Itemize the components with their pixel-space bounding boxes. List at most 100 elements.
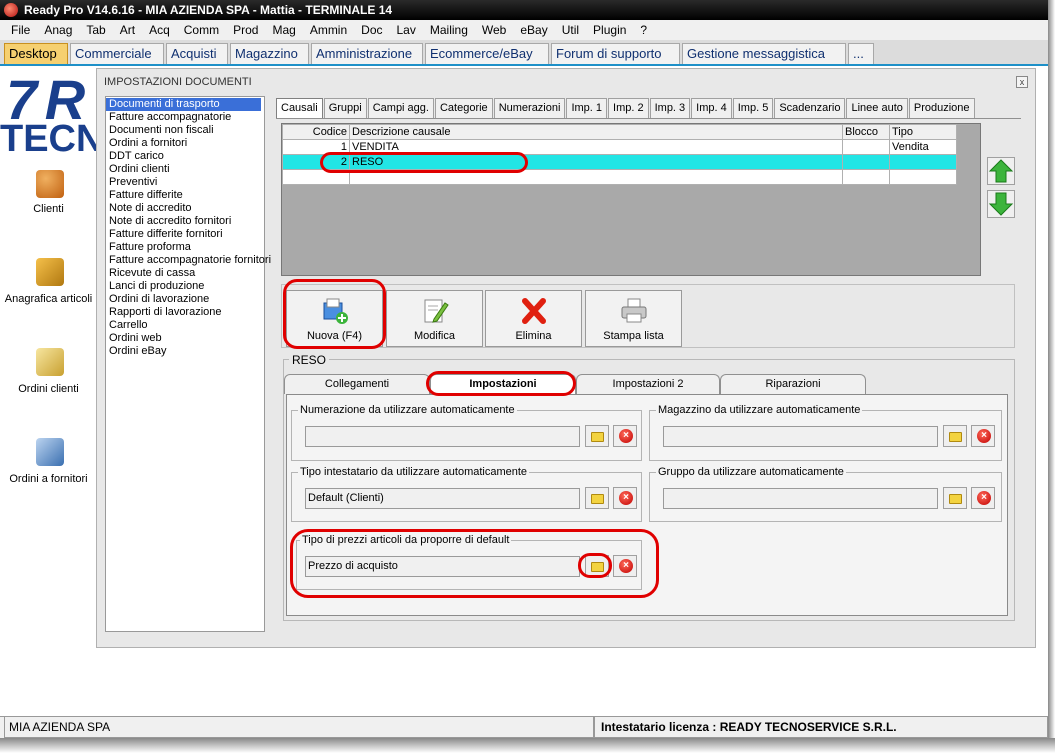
menu-tab[interactable]: Tab: [79, 23, 112, 37]
table-cell: [842, 169, 890, 185]
tab-numerazioni[interactable]: Numerazioni: [493, 98, 566, 118]
list-item[interactable]: Note di accredito: [106, 202, 264, 215]
list-item[interactable]: Fatture accompagnatorie fornitori: [106, 254, 271, 267]
list-item[interactable]: Ricevute di cassa: [106, 267, 264, 280]
edit-button-label: Modifica: [414, 330, 455, 342]
tab-campi-agg[interactable]: Campi agg.: [367, 98, 434, 118]
customer-orders-icon[interactable]: [36, 348, 64, 376]
menu-comm[interactable]: Comm: [177, 23, 226, 37]
list-item[interactable]: Carrello: [106, 319, 264, 332]
menu-doc[interactable]: Doc: [354, 23, 389, 37]
delete-button[interactable]: Elimina: [485, 290, 582, 347]
list-item[interactable]: Fatture differite: [106, 189, 264, 202]
tab-impostazioni-2[interactable]: Impostazioni 2: [576, 374, 720, 394]
tab-ecommerce[interactable]: Ecommerce/eBay: [425, 43, 549, 64]
intestatario-clear-button[interactable]: ×: [613, 487, 637, 509]
list-item[interactable]: Fatture accompagnatorie: [106, 111, 264, 124]
column-header-descrizione[interactable]: Descrizione causale: [349, 124, 843, 140]
print-list-button[interactable]: Stampa lista: [585, 290, 682, 347]
desktop-label-ordini-fornitori[interactable]: Ordini a fornitori: [0, 473, 97, 485]
gruppo-browse-button[interactable]: [943, 487, 967, 509]
tab-categorie[interactable]: Categorie: [434, 98, 493, 118]
tab-imp-1[interactable]: Imp. 1: [566, 98, 608, 118]
numerazione-field[interactable]: [305, 426, 580, 447]
document-type-list[interactable]: Documenti di trasporto Fatture accompagn…: [105, 96, 271, 632]
intestatario-field[interactable]: Default (Clienti): [305, 488, 580, 509]
list-item[interactable]: Ordini eBay: [106, 345, 264, 358]
tab-desktop[interactable]: Desktop: [4, 43, 68, 64]
column-header-codice[interactable]: Codice: [282, 124, 350, 140]
column-header-tipo[interactable]: Tipo: [889, 124, 957, 140]
menu-lav[interactable]: Lav: [390, 23, 423, 37]
menu-mag[interactable]: Mag: [265, 23, 302, 37]
tab-imp-4[interactable]: Imp. 4: [691, 98, 732, 118]
tab-causali[interactable]: Causali: [276, 98, 323, 118]
tab-messaggistica[interactable]: Gestione messaggistica: [682, 43, 846, 64]
tab-commerciale[interactable]: Commerciale: [70, 43, 164, 64]
numerazione-label: Numerazione da utilizzare automaticament…: [298, 404, 517, 416]
list-item[interactable]: Ordini di lavorazione: [106, 293, 264, 306]
tab-forum[interactable]: Forum di supporto: [551, 43, 680, 64]
menu-file[interactable]: File: [4, 23, 37, 37]
list-item[interactable]: Ordini clienti: [106, 163, 264, 176]
list-item[interactable]: Documenti non fiscali: [106, 124, 264, 137]
list-item[interactable]: Fatture differite fornitori: [106, 228, 264, 241]
desktop-label-clienti[interactable]: Clienti: [0, 203, 97, 215]
desktop-label-ordini-clienti[interactable]: Ordini clienti: [0, 383, 97, 395]
list-item[interactable]: Note di accredito fornitori: [106, 215, 264, 228]
clients-icon[interactable]: [36, 170, 64, 198]
menu-help[interactable]: ?: [633, 23, 654, 37]
column-header-blocco[interactable]: Blocco: [842, 124, 890, 140]
tab-divider: [276, 118, 1021, 119]
menu-plugin[interactable]: Plugin: [586, 23, 633, 37]
close-icon[interactable]: x: [1016, 76, 1028, 88]
tab-amministrazione[interactable]: Amministrazione: [311, 43, 423, 64]
desktop-label-articoli[interactable]: Anagrafica articoli: [0, 293, 97, 305]
tab-scadenzario[interactable]: Scadenzario: [774, 98, 846, 118]
menu-bar: File Anag Tab Art Acq Comm Prod Mag Ammi…: [0, 20, 1048, 40]
tab-gruppi[interactable]: Gruppi: [323, 98, 367, 118]
magazzino-field[interactable]: [663, 426, 938, 447]
list-item[interactable]: Documenti di trasporto: [106, 98, 261, 111]
tab-produzione[interactable]: Produzione: [908, 98, 975, 118]
menu-ammin[interactable]: Ammin: [303, 23, 354, 37]
move-up-icon[interactable]: [987, 157, 1015, 185]
list-item[interactable]: Ordini a fornitori: [106, 137, 264, 150]
list-item[interactable]: Rapporti di lavorazione: [106, 306, 264, 319]
tab-collegamenti[interactable]: Collegamenti: [284, 374, 430, 394]
list-item[interactable]: Lanci di produzione: [106, 280, 264, 293]
list-item[interactable]: Preventivi: [106, 176, 264, 189]
menu-util[interactable]: Util: [555, 23, 586, 37]
tab-imp-2[interactable]: Imp. 2: [608, 98, 649, 118]
supplier-orders-icon[interactable]: [36, 438, 64, 466]
numerazione-browse-button[interactable]: [585, 425, 609, 447]
tab-riparazioni[interactable]: Riparazioni: [720, 374, 866, 394]
menu-anag[interactable]: Anag: [37, 23, 79, 37]
edit-button[interactable]: Modifica: [386, 290, 483, 347]
list-item[interactable]: Fatture proforma: [106, 241, 264, 254]
tab-acquisti[interactable]: Acquisti: [166, 43, 228, 64]
menu-acq[interactable]: Acq: [142, 23, 177, 37]
menu-art[interactable]: Art: [113, 23, 142, 37]
intestatario-browse-button[interactable]: [585, 487, 609, 509]
numerazione-clear-button[interactable]: ×: [613, 425, 637, 447]
list-item[interactable]: DDT carico: [106, 150, 264, 163]
menu-mailing[interactable]: Mailing: [423, 23, 475, 37]
gruppo-field[interactable]: [663, 488, 938, 509]
move-down-icon[interactable]: [987, 190, 1015, 218]
box-icon[interactable]: [36, 258, 64, 286]
clear-icon: ×: [619, 429, 633, 443]
tab-imp-5[interactable]: Imp. 5: [732, 98, 774, 118]
menu-web[interactable]: Web: [475, 23, 513, 37]
tab-more[interactable]: ...: [848, 43, 874, 64]
menu-ebay[interactable]: eBay: [513, 23, 554, 37]
tab-magazzino[interactable]: Magazzino: [230, 43, 309, 64]
magazzino-clear-button[interactable]: ×: [971, 425, 995, 447]
tab-imp-3[interactable]: Imp. 3: [649, 98, 691, 118]
gruppo-clear-button[interactable]: ×: [971, 487, 995, 509]
magazzino-browse-button[interactable]: [943, 425, 967, 447]
tab-linee-auto[interactable]: Linee auto: [846, 98, 908, 118]
list-item[interactable]: Ordini web: [106, 332, 264, 345]
menu-prod[interactable]: Prod: [226, 23, 265, 37]
table-cell: Vendita: [889, 139, 957, 155]
